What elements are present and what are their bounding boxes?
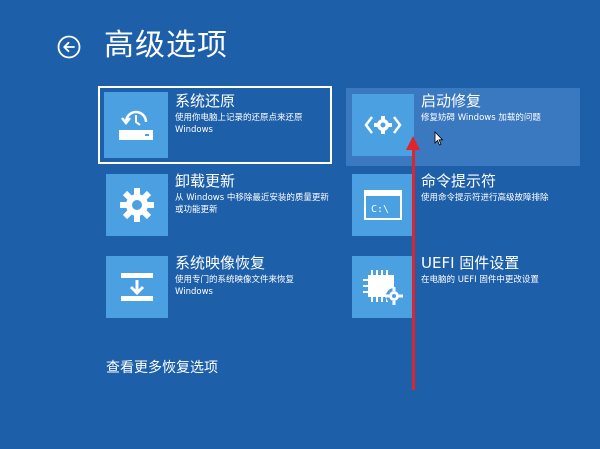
option-command-prompt[interactable]: C:\ 命令提示符 使用命令提示符进行高级故障排除 [346, 168, 580, 246]
option-title: 卸载更新 [175, 172, 236, 190]
option-title: 系统映像恢复 [175, 254, 266, 272]
annotation-arrow-head [406, 136, 420, 150]
option-startup-repair[interactable]: 启动修复 修复妨碍 Windows 加载的问题 [346, 88, 580, 166]
command-prompt-icon: C:\ [352, 174, 414, 236]
option-uninstall-updates[interactable]: 卸载更新 从 Windows 中移除最近安装的质量更新或功能更新 [100, 168, 334, 246]
option-title: 启动修复 [421, 92, 482, 110]
option-description: 使用你电脑上记录的还原点来还原 Windows [175, 113, 303, 135]
option-system-image-recovery[interactable]: 系统映像恢复 使用专门的系统映像文件来恢复 Windows [100, 250, 334, 328]
option-uefi-firmware-settings[interactable]: UEFI 固件设置 在电脑的 UEFI 固件中更改设置 [346, 250, 580, 328]
annotation-arrow-shaft [412, 148, 415, 390]
more-recovery-options-link[interactable]: 查看更多恢复选项 [106, 358, 218, 378]
option-description: 在电脑的 UEFI 固件中更改设置 [421, 275, 539, 285]
image-recovery-icon [106, 256, 168, 318]
firmware-chip-icon [352, 256, 414, 318]
code-gear-icon [352, 94, 414, 156]
mouse-cursor-icon [434, 131, 444, 146]
back-arrow-icon[interactable] [57, 35, 81, 59]
option-title: 系统还原 [175, 92, 236, 110]
page-title: 高级选项 [104, 28, 228, 63]
restore-icon [104, 92, 168, 158]
gear-icon [106, 174, 168, 236]
option-description: 使用专门的系统映像文件来恢复 Windows [175, 275, 295, 297]
option-system-restore[interactable]: 系统还原 使用你电脑上记录的还原点来还原 Windows [98, 86, 332, 164]
option-title: UEFI 固件设置 [421, 254, 520, 272]
option-description: 从 Windows 中移除最近安装的质量更新或功能更新 [175, 193, 329, 215]
option-description: 使用命令提示符进行高级故障排除 [421, 193, 549, 203]
option-title: 命令提示符 [421, 172, 497, 190]
option-description: 修复妨碍 Windows 加载的问题 [421, 113, 541, 123]
svg-text:C:\: C:\ [371, 204, 389, 215]
